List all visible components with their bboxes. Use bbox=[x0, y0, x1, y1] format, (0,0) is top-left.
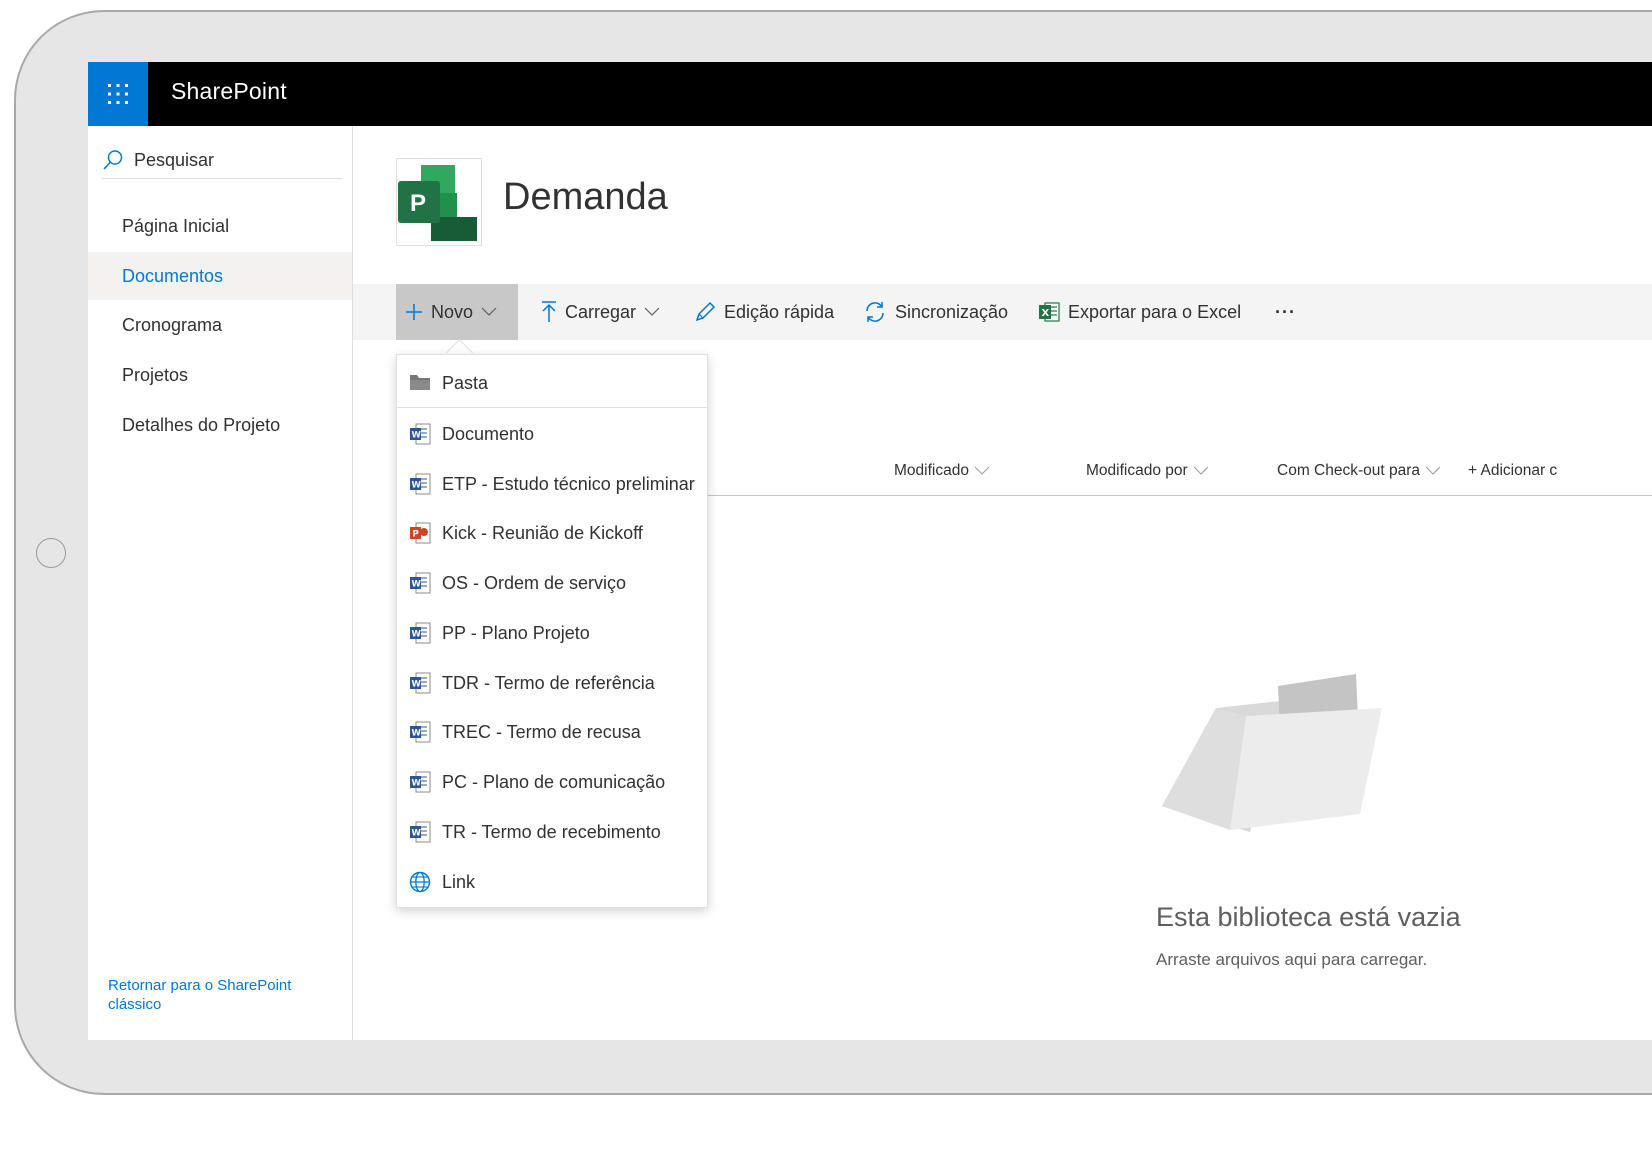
column-header-divider bbox=[708, 495, 1652, 496]
globe-icon bbox=[409, 871, 431, 893]
new-button[interactable]: Novo bbox=[396, 284, 518, 340]
menu-item-label: Kick - Reunião de Kickoff bbox=[442, 522, 643, 543]
column-header-modified-label: Modificado bbox=[894, 462, 969, 479]
nav-search-label: Pesquisar bbox=[134, 149, 215, 170]
site-title: Demanda bbox=[503, 176, 668, 218]
menu-item-label: TDR - Termo de referência bbox=[442, 672, 655, 693]
add-column-button[interactable]: + Adicionar c bbox=[1468, 462, 1557, 480]
svg-text:W: W bbox=[412, 680, 422, 690]
empty-state-title: Esta biblioteca está vazia bbox=[1156, 902, 1461, 932]
menu-item-pasta[interactable]: Pasta bbox=[397, 359, 707, 407]
app-title[interactable]: SharePoint bbox=[171, 62, 287, 126]
word-icon: W bbox=[409, 572, 431, 594]
column-header-checked-out-label: Com Check-out para bbox=[1277, 462, 1421, 479]
menu-item-tdr[interactable]: W TDR - Termo de referência bbox=[397, 659, 707, 707]
tablet-home-button bbox=[36, 538, 66, 568]
chevron-down-icon bbox=[1193, 466, 1209, 475]
word-icon: W bbox=[409, 423, 431, 445]
svg-text:W: W bbox=[412, 829, 422, 839]
column-header-modified[interactable]: Modificado bbox=[894, 462, 990, 480]
upload-icon bbox=[542, 301, 556, 322]
nav-search-box[interactable]: Pesquisar bbox=[102, 142, 342, 179]
more-commands-button[interactable]: ··· bbox=[1275, 284, 1296, 340]
menu-item-tr[interactable]: W TR - Termo de recebimento bbox=[397, 808, 707, 856]
sync-icon bbox=[866, 302, 884, 322]
powerpoint-icon: P bbox=[409, 522, 431, 544]
menu-item-os[interactable]: W OS - Ordem de serviço bbox=[397, 559, 707, 607]
excel-icon: X bbox=[1039, 302, 1060, 322]
empty-state-subtitle: Arraste arquivos aqui para carregar. bbox=[1156, 950, 1428, 969]
export-excel-label: Exportar para o Excel bbox=[1068, 301, 1242, 322]
svg-text:P: P bbox=[413, 530, 419, 540]
plus-icon bbox=[406, 304, 422, 320]
menu-item-label: ETP - Estudo técnico preliminar bbox=[442, 473, 695, 494]
menu-item-trec[interactable]: W TREC - Termo de recusa bbox=[397, 708, 707, 756]
menu-divider bbox=[397, 407, 707, 408]
svg-text:W: W bbox=[412, 630, 422, 640]
svg-text:X: X bbox=[1042, 308, 1050, 319]
nav-item-pagina-inicial[interactable]: Página Inicial bbox=[88, 202, 352, 250]
nav-item-documentos[interactable]: Documentos bbox=[88, 252, 352, 300]
column-header-modified-by[interactable]: Modificado por bbox=[1086, 462, 1209, 480]
menu-item-label: PP - Plano Projeto bbox=[442, 622, 590, 643]
quick-edit-label: Edição rápida bbox=[724, 301, 835, 322]
nav-item-detalhes-do-projeto[interactable]: Detalhes do Projeto bbox=[88, 401, 352, 449]
menu-item-etp[interactable]: W ETP - Estudo técnico preliminar bbox=[397, 460, 707, 508]
search-icon bbox=[103, 150, 123, 170]
svg-text:W: W bbox=[412, 779, 422, 789]
left-navigation: Pesquisar Página Inicial Documentos Cron… bbox=[88, 126, 353, 1040]
waffle-icon bbox=[108, 84, 128, 104]
chevron-down-icon bbox=[481, 307, 497, 316]
return-to-classic-link[interactable]: Retornar para o SharePoint clássico bbox=[108, 976, 328, 1014]
menu-item-label: TR - Termo de recebimento bbox=[442, 821, 661, 842]
nav-item-projetos[interactable]: Projetos bbox=[88, 351, 352, 399]
new-menu: Pasta W Documento W ETP - Estudo técnico… bbox=[396, 354, 708, 908]
chevron-down-icon bbox=[974, 466, 990, 475]
menu-item-label: Documento bbox=[442, 423, 535, 444]
menu-item-link[interactable]: Link bbox=[397, 858, 707, 906]
sync-button[interactable]: Sincronização bbox=[863, 284, 1008, 340]
upload-button-label: Carregar bbox=[565, 301, 637, 322]
chevron-down-icon bbox=[644, 307, 660, 316]
word-icon: W bbox=[409, 672, 431, 694]
suite-bar: SharePoint bbox=[88, 62, 1652, 126]
export-excel-button[interactable]: X Exportar para o Excel bbox=[1038, 284, 1241, 340]
word-icon: W bbox=[409, 622, 431, 644]
site-logo-letter: P bbox=[410, 190, 427, 217]
column-header-modified-by-label: Modificado por bbox=[1086, 462, 1188, 479]
folder-icon bbox=[409, 374, 431, 392]
new-button-label: Novo bbox=[431, 301, 474, 322]
word-icon: W bbox=[409, 771, 431, 793]
menu-item-pp[interactable]: W PP - Plano Projeto bbox=[397, 609, 707, 657]
menu-item-pc[interactable]: W PC - Plano de comunicação bbox=[397, 758, 707, 806]
column-header-checked-out[interactable]: Com Check-out para bbox=[1277, 462, 1441, 480]
app-launcher-button[interactable] bbox=[88, 62, 148, 126]
quick-edit-button[interactable]: Edição rápida bbox=[694, 284, 834, 340]
menu-item-documento[interactable]: W Documento bbox=[397, 410, 707, 458]
word-icon: W bbox=[409, 821, 431, 843]
menu-item-label: Pasta bbox=[442, 372, 489, 393]
chevron-down-icon bbox=[1425, 466, 1441, 475]
nav-item-cronograma[interactable]: Cronograma bbox=[88, 301, 352, 349]
empty-folder-illustration bbox=[1162, 674, 1382, 832]
word-icon: W bbox=[409, 473, 431, 495]
svg-text:W: W bbox=[412, 580, 422, 590]
pencil-icon bbox=[695, 301, 716, 322]
menu-item-label: Link bbox=[442, 871, 476, 892]
sharepoint-screen: SharePoint Pesquisar Página Inicial Docu… bbox=[88, 62, 1652, 1040]
sync-label: Sincronização bbox=[895, 301, 1009, 322]
menu-item-label: TREC - Termo de recusa bbox=[442, 721, 641, 742]
menu-item-kick[interactable]: P Kick - Reunião de Kickoff bbox=[397, 509, 707, 557]
word-icon: W bbox=[409, 721, 431, 743]
svg-text:W: W bbox=[412, 729, 422, 739]
command-bar: Novo Carregar Edição rápida Sincronizaçã… bbox=[353, 284, 1652, 340]
menu-item-label: OS - Ordem de serviço bbox=[442, 572, 627, 593]
upload-button[interactable]: Carregar bbox=[541, 284, 660, 340]
svg-text:W: W bbox=[412, 481, 422, 491]
svg-text:W: W bbox=[412, 431, 422, 441]
site-logo[interactable]: P bbox=[396, 158, 482, 246]
menu-item-label: PC - Plano de comunicação bbox=[442, 771, 666, 792]
